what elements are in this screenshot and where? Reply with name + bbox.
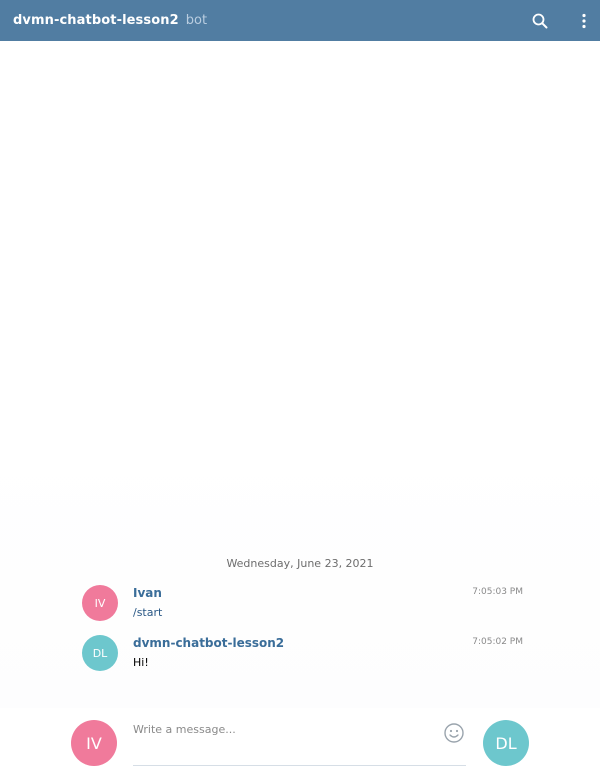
message-input[interactable] xyxy=(133,718,433,740)
message-time: 7:05:03 PM xyxy=(472,587,523,597)
chat-header: dvmn-chatbot-lesson2 bot xyxy=(0,0,600,41)
date-separator: Wednesday, June 23, 2021 xyxy=(226,557,374,570)
emoji-button[interactable] xyxy=(443,722,465,744)
chat-title[interactable]: dvmn-chatbot-lesson2 xyxy=(13,13,179,28)
smiley-icon xyxy=(444,723,464,743)
search-button[interactable] xyxy=(525,0,555,41)
message-input-wrapper xyxy=(133,708,466,766)
avatar[interactable]: DL xyxy=(82,635,118,671)
message-author[interactable]: Ivan xyxy=(133,586,162,600)
message-item[interactable]: IV Ivan /start 7:05:03 PM xyxy=(82,585,532,625)
avatar[interactable]: IV xyxy=(82,585,118,621)
message-text[interactable]: /start xyxy=(133,606,162,619)
my-avatar[interactable]: IV xyxy=(71,720,117,766)
peer-avatar[interactable]: DL xyxy=(483,720,529,766)
message-author[interactable]: dvmn-chatbot-lesson2 xyxy=(133,636,284,650)
message-time: 7:05:02 PM xyxy=(472,637,523,647)
message-composer: IV DL xyxy=(0,708,600,773)
message-item[interactable]: DL dvmn-chatbot-lesson2 Hi! 7:05:02 PM xyxy=(82,635,532,675)
chat-subtitle: bot xyxy=(185,13,208,28)
search-icon xyxy=(532,13,548,28)
more-options-button[interactable] xyxy=(569,0,599,41)
message-text: Hi! xyxy=(133,656,149,669)
more-vertical-icon xyxy=(582,13,586,28)
